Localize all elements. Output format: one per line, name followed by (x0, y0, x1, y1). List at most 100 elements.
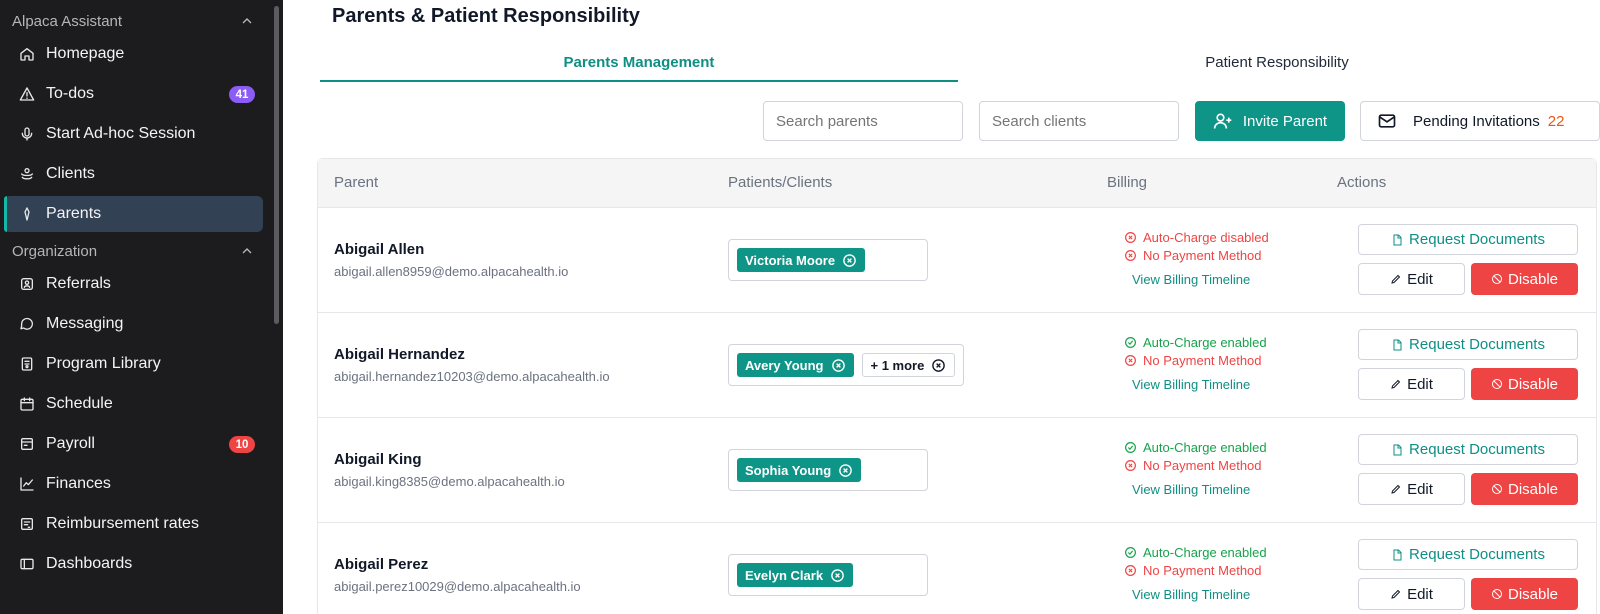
sidebar-item-program-library[interactable]: Program Library (4, 346, 263, 382)
pencil-icon (1390, 273, 1407, 285)
search-clients-input[interactable] (979, 101, 1179, 141)
billing-cell: Auto-Charge disabled No Payment Method Vie… (1124, 228, 1269, 287)
page-title: Parents & Patient Responsibility (332, 5, 640, 27)
disable-label: Disable (1507, 585, 1559, 603)
toolbar: Invite Parent Pending Invitations 22 (283, 101, 1600, 141)
sidebar-scrollbar[interactable] (274, 6, 279, 324)
edit-button[interactable]: Edit (1358, 473, 1465, 505)
sidebar-item-label: To-dos (46, 85, 95, 102)
sidebar-item-start-ad-hoc-session[interactable]: Start Ad-hoc Session (4, 116, 263, 152)
sidebar-item-finances[interactable]: Finances (4, 466, 263, 502)
pencil-icon (1390, 483, 1407, 495)
disable-button[interactable]: Disable (1471, 473, 1578, 505)
column-header-actions: Actions (1337, 174, 1387, 191)
view-billing-timeline-link[interactable]: View Billing Timeline (1132, 377, 1267, 392)
sidebar-item-messaging[interactable]: Messaging (4, 306, 263, 342)
table-row: Abigail Hernandez abigail.hernandez10203@… (318, 313, 1596, 418)
parent-email: abigail.king8385@demo.alpacahealth.io (334, 474, 565, 489)
request-documents-button[interactable]: Request Documents (1358, 434, 1578, 465)
clients-field[interactable]: Evelyn Clark (728, 554, 928, 596)
remove-chip-icon[interactable] (823, 568, 845, 583)
sidebar: Alpaca Assistant Homepage To-dos 41 Start A… (0, 0, 283, 614)
sidebar-section-organization[interactable]: Organization (0, 236, 283, 266)
view-billing-timeline-link[interactable]: View Billing Timeline (1132, 272, 1269, 287)
autocharge-status: Auto-Charge enabled (1124, 438, 1267, 456)
clients-field[interactable]: Sophia Young (728, 449, 928, 491)
document-icon (1391, 234, 1409, 246)
sidebar-item-referrals[interactable]: Referrals (4, 266, 263, 302)
more-clients-chip[interactable]: + 1 more (861, 353, 956, 377)
edit-button[interactable]: Edit (1358, 263, 1465, 295)
sidebar-item-dashboards[interactable]: Dashboards (4, 546, 263, 582)
sidebar-item-homepage[interactable]: Homepage (4, 36, 263, 72)
view-billing-timeline-link[interactable]: View Billing Timeline (1132, 587, 1267, 602)
x-circle-icon (1124, 354, 1143, 367)
disable-label: Disable (1507, 375, 1559, 393)
remove-chip-icon[interactable] (924, 358, 946, 373)
disable-button[interactable]: Disable (1471, 368, 1578, 400)
remove-chip-icon[interactable] (831, 463, 853, 478)
x-circle-icon (1124, 231, 1143, 244)
request-documents-button[interactable]: Request Documents (1358, 539, 1578, 570)
pencil-icon (1390, 378, 1407, 390)
sidebar-item-to-dos[interactable]: To-dos 41 (4, 76, 263, 112)
client-chip[interactable]: Evelyn Clark (737, 563, 854, 587)
sidebar-section-assistant[interactable]: Alpaca Assistant (0, 6, 283, 36)
autocharge-status: Auto-Charge enabled (1124, 543, 1267, 561)
clients-field[interactable]: Avery Young + 1 more (728, 344, 965, 386)
remove-chip-icon[interactable] (824, 358, 846, 373)
autocharge-label: Auto-Charge enabled (1143, 334, 1267, 350)
search-parents-input[interactable] (763, 101, 963, 141)
client-chip[interactable]: Victoria Moore (737, 248, 866, 272)
billing-cell: Auto-Charge enabled No Payment Method View… (1124, 333, 1267, 392)
edit-button[interactable]: Edit (1358, 578, 1465, 610)
column-header-clients: Patients/Clients (728, 174, 833, 191)
invite-parent-button[interactable]: Invite Parent (1195, 101, 1345, 141)
sidebar-item-label: Schedule (46, 395, 113, 412)
view-billing-timeline-link[interactable]: View Billing Timeline (1132, 482, 1267, 497)
sidebar-item-reimbursement-rates[interactable]: Reimbursement rates (4, 506, 263, 542)
sidebar-item-label: Start Ad-hoc Session (46, 125, 196, 142)
check-circle-icon (1124, 441, 1143, 454)
disable-button[interactable]: Disable (1471, 578, 1578, 610)
client-chip-label: Evelyn Clark (745, 567, 824, 583)
tab-patient-responsibility[interactable]: Patient Responsibility (958, 48, 1596, 82)
clients-field[interactable]: Victoria Moore (728, 239, 928, 281)
app-root: Alpaca Assistant Homepage To-dos 41 Start A… (0, 0, 1600, 614)
edit-button[interactable]: Edit (1358, 368, 1465, 400)
ban-icon (1491, 378, 1508, 390)
ban-icon (1491, 483, 1508, 495)
edit-label: Edit (1407, 480, 1433, 498)
client-chip-label: Sophia Young (745, 462, 832, 478)
x-circle-icon (1124, 459, 1143, 472)
pending-invitations-button[interactable]: Pending Invitations 22 (1360, 101, 1600, 141)
parent-name: Abigail Hernandez (334, 346, 465, 363)
request-documents-button[interactable]: Request Documents (1358, 329, 1578, 360)
sidebar-item-schedule[interactable]: Schedule (4, 386, 263, 422)
autocharge-status: Auto-Charge enabled (1124, 333, 1267, 351)
sidebar-item-payroll[interactable]: Payroll 10 (4, 426, 263, 462)
table-row: Abigail Allen abigail.allen8959@demo.alpa… (318, 208, 1596, 313)
ban-icon (1491, 588, 1508, 600)
client-chip[interactable]: Sophia Young (737, 458, 862, 482)
disable-button[interactable]: Disable (1471, 263, 1578, 295)
payment-label: No Payment Method (1143, 457, 1262, 473)
tab-parents-management[interactable]: Parents Management (320, 48, 958, 82)
chevron-up-icon (242, 248, 252, 254)
sidebar-item-clients[interactable]: Clients (4, 156, 263, 192)
sidebar-item-label: Clients (46, 165, 95, 182)
x-circle-icon (1124, 249, 1143, 262)
main-content: Parents & Patient Responsibility Parents… (283, 0, 1600, 614)
payment-label: No Payment Method (1143, 562, 1262, 578)
client-chip-label: Avery Young (745, 357, 824, 373)
invite-parent-label: Invite Parent (1242, 112, 1328, 130)
sidebar-item-parents[interactable]: Parents (4, 196, 263, 232)
sidebar-section-label: Organization (12, 242, 98, 260)
parent-name: Abigail Allen (334, 241, 425, 258)
remove-chip-icon[interactable] (835, 253, 857, 268)
table-row: Abigail King abigail.king8385@demo.alpaca… (318, 418, 1596, 523)
request-documents-button[interactable]: Request Documents (1358, 224, 1578, 255)
dashboard-icon (18, 555, 36, 573)
parents-table: Parent Patients/Clients Billing Actions … (317, 158, 1597, 614)
client-chip[interactable]: Avery Young (737, 353, 854, 377)
